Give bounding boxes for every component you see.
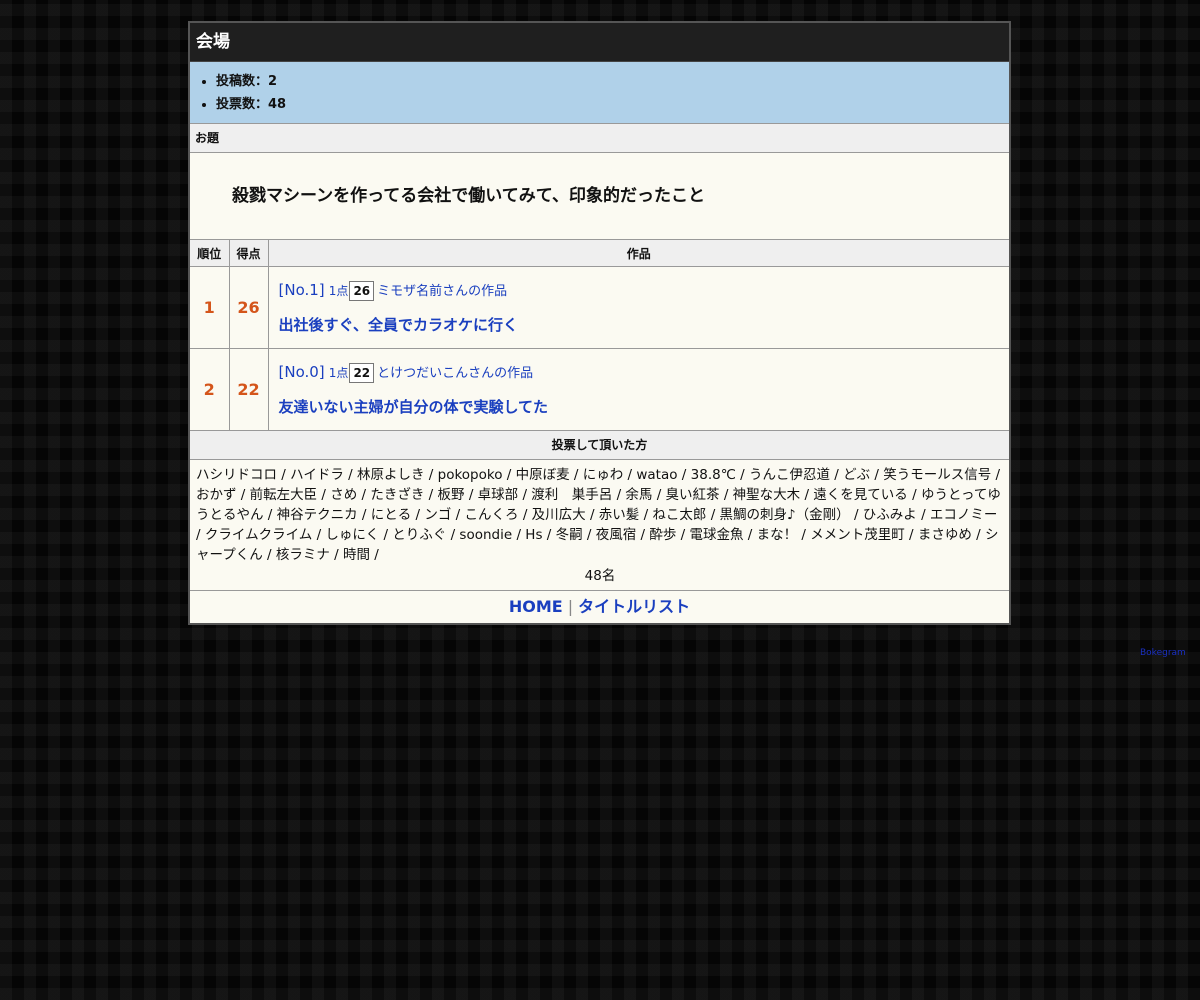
rank-cell: 1 bbox=[190, 266, 230, 349]
score-cell: 22 bbox=[229, 348, 269, 431]
voters-section: ハシリドコロ / ハイドラ / 林原よしき / pokopoko / 中原ぼ麦 … bbox=[190, 460, 1009, 591]
work-header: 作品 bbox=[268, 240, 1009, 267]
entry-points: 1点 bbox=[328, 284, 349, 298]
entry-author[interactable]: ミモザ名前さんの作品 bbox=[377, 284, 507, 299]
table-row: 1 26 [No.1] 1点 26 ミモザ名前さんの作品 出社後すぐ、全員でカラオケ… bbox=[190, 266, 1010, 349]
table-row: 2 22 [No.0] 1点 22 とけつだいこんさんの作品 友達いない主婦が自分の… bbox=[190, 348, 1010, 431]
voters-header: 投票して頂いた方 bbox=[190, 431, 1009, 460]
theme-label: お題 bbox=[190, 124, 1009, 153]
entry-title[interactable]: 友達いない主婦が自分の体で実験してた bbox=[279, 396, 1010, 417]
entry-meta: [No.1] 1点 26 ミモザ名前さんの作品 bbox=[279, 280, 1010, 302]
theme-text: 殺戮マシーンを作ってる会社で働いてみて、印象的だったこと bbox=[190, 153, 1009, 240]
nav-separator: | bbox=[567, 597, 574, 616]
page-title: 会場 bbox=[190, 23, 1009, 62]
work-cell: [No.1] 1点 26 ミモザ名前さんの作品 出社後すぐ、全員でカラオケに行く bbox=[268, 266, 1010, 349]
entry-number[interactable]: [No.1] bbox=[279, 281, 325, 299]
post-count: 投稿数：2 bbox=[216, 70, 1009, 93]
entry-number[interactable]: [No.0] bbox=[279, 363, 325, 381]
corner-link[interactable]: Bokegram bbox=[1140, 648, 1186, 658]
score-box: 22 bbox=[349, 363, 375, 383]
voters-list: ハシリドコロ / ハイドラ / 林原よしき / pokopoko / 中原ぼ麦 … bbox=[196, 467, 1001, 563]
title-list-link[interactable]: タイトルリスト bbox=[578, 597, 690, 616]
rank-header: 順位 bbox=[190, 240, 230, 267]
score-box: 26 bbox=[349, 281, 375, 301]
score-header: 得点 bbox=[229, 240, 269, 267]
score-cell: 26 bbox=[229, 266, 269, 349]
vote-count: 投票数：48 bbox=[216, 93, 1009, 116]
entry-meta: [No.0] 1点 22 とけつだいこんさんの作品 bbox=[279, 362, 1010, 384]
footer-nav: HOME | タイトルリスト bbox=[190, 591, 1009, 623]
ranking-header-row: 順位 得点 作品 bbox=[190, 240, 1009, 267]
rank-cell: 2 bbox=[190, 348, 230, 431]
work-cell: [No.0] 1点 22 とけつだいこんさんの作品 友達いない主婦が自分の体で実験し… bbox=[268, 348, 1010, 431]
home-link[interactable]: HOME bbox=[509, 597, 563, 616]
stats-box: 投稿数：2 投票数：48 bbox=[190, 62, 1009, 124]
venue-panel: 会場 投稿数：2 投票数：48 お題 殺戮マシーンを作ってる会社で働いてみて、印… bbox=[188, 21, 1011, 625]
entry-points: 1点 bbox=[328, 366, 349, 380]
entry-title[interactable]: 出社後すぐ、全員でカラオケに行く bbox=[279, 314, 1010, 335]
entry-author[interactable]: とけつだいこんさんの作品 bbox=[377, 366, 533, 381]
voters-count: 48名 bbox=[584, 568, 616, 584]
ranking-table: 順位 得点 作品 1 26 [No.1] 1点 26 ミモザ名前さんの作品 出社後す… bbox=[190, 240, 1009, 431]
